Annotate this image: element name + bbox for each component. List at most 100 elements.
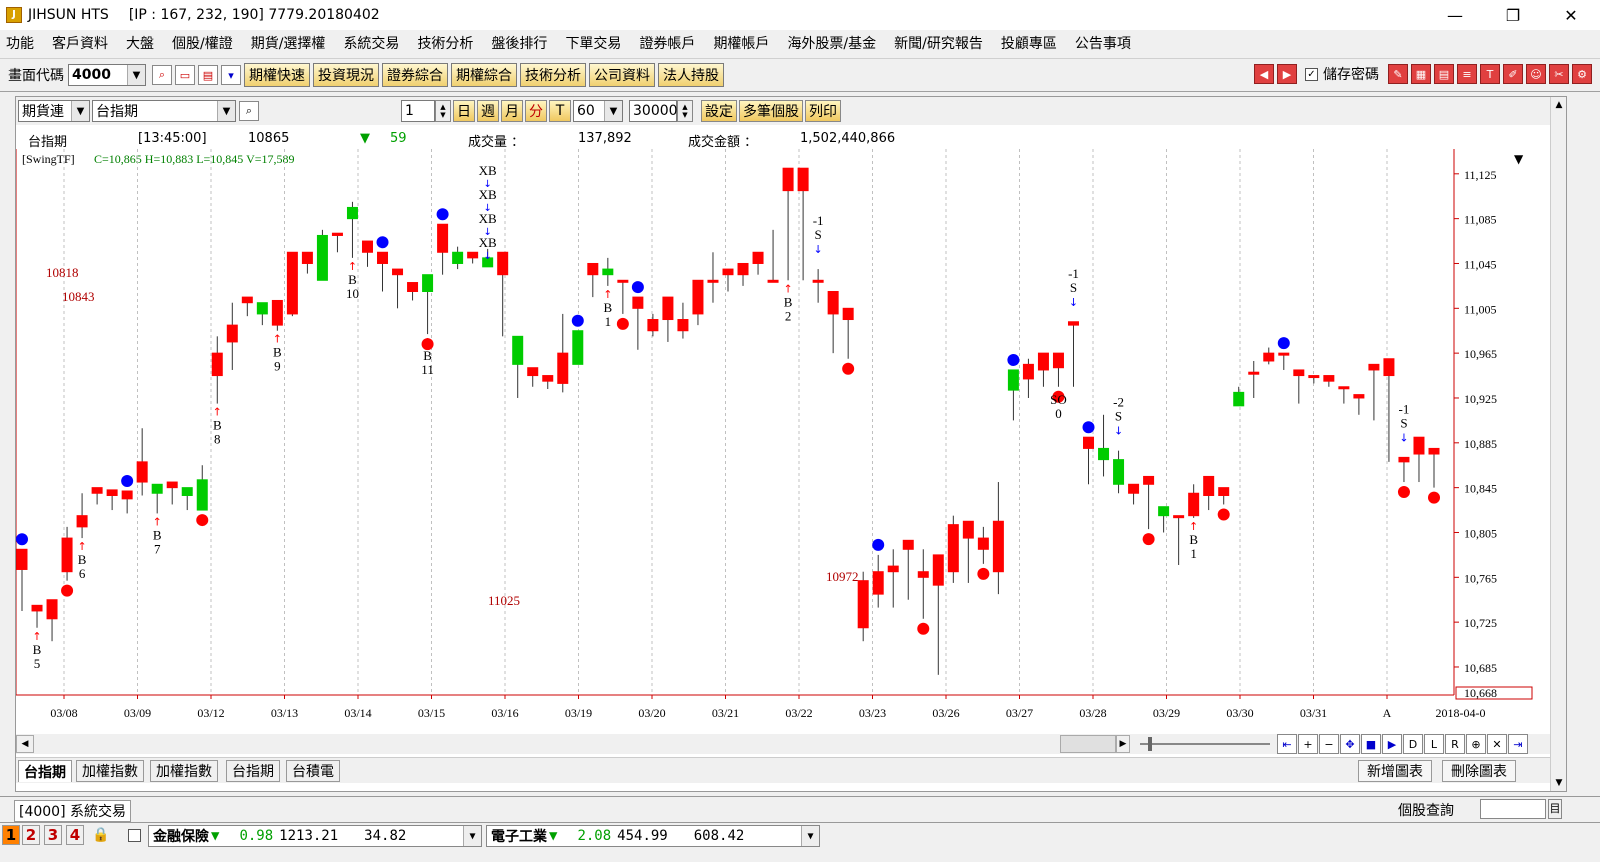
minute-combo[interactable]: 60 ▼ <box>573 100 623 122</box>
toolbar-button[interactable]: 公司資料 <box>589 63 655 87</box>
menu-item[interactable]: 海外股票/基金 <box>787 33 876 53</box>
r-icon[interactable]: R <box>1445 734 1465 754</box>
menu-item[interactable]: 技術分析 <box>417 33 473 53</box>
settings-button[interactable]: 設定 <box>701 100 737 122</box>
toolbar-button[interactable]: 證券綜合 <box>382 63 448 87</box>
menu-item[interactable]: 新聞/研究報告 <box>894 33 983 53</box>
tab-taiex[interactable]: 加權指數 <box>76 760 144 782</box>
menu-item[interactable]: 下單交易 <box>565 33 621 53</box>
dropdown-icon[interactable]: ▾ <box>221 65 241 85</box>
window-tab[interactable]: [4000] 系統交易 <box>14 800 132 822</box>
count-spinner[interactable]: ▲ ▼ <box>435 100 451 122</box>
tab-tsmc[interactable]: 台積電 <box>286 760 340 782</box>
plus-icon[interactable]: + <box>1298 734 1318 754</box>
minus-icon[interactable]: − <box>1319 734 1339 754</box>
vertical-scrollbar[interactable]: ▲ ▼ <box>1550 97 1566 791</box>
stock-query-input[interactable] <box>1480 799 1546 819</box>
tools-icon[interactable]: ✂ <box>1549 64 1569 84</box>
pen-icon[interactable]: ✎ <box>1388 64 1408 84</box>
grid-icon[interactable]: ▦ <box>1411 64 1431 84</box>
stop-icon[interactable]: ■ <box>1361 734 1381 754</box>
zoom-icon[interactable]: ⊕ <box>1466 734 1486 754</box>
period-week-button[interactable]: 週 <box>477 100 499 122</box>
chevron-down-icon[interactable]: ▼ <box>71 101 89 121</box>
l-icon[interactable]: L <box>1424 734 1444 754</box>
menu-item[interactable]: 客戶資料 <box>52 33 108 53</box>
toolbar-button[interactable]: 技術分析 <box>520 63 586 87</box>
code-combo[interactable]: 4000 ▼ <box>68 64 146 86</box>
chevron-down-icon[interactable]: ▼ <box>217 101 235 121</box>
save-password-checkbox[interactable]: ✓ <box>1305 67 1318 81</box>
chevron-down-icon[interactable]: ▼ <box>801 826 819 846</box>
zoom-slider[interactable] <box>1140 737 1270 751</box>
chevron-down-icon[interactable]: ▼ <box>604 101 622 121</box>
doc-icon[interactable]: ▤ <box>1434 64 1454 84</box>
menu-item[interactable]: 證券帳戶 <box>639 33 695 53</box>
chart-area[interactable]: [SwingTF] C=10,865 H=10,883 L=10,845 V=1… <box>16 149 1552 759</box>
page-4-button[interactable]: 4 <box>66 825 84 845</box>
symbol-combo[interactable]: 台指期 ▼ <box>92 100 236 122</box>
chevron-down-icon[interactable]: ▼ <box>463 826 481 846</box>
first-icon[interactable]: ⇤ <box>1277 734 1297 754</box>
minimize-button[interactable]: — <box>1426 0 1484 30</box>
menu-item[interactable]: 期權帳戶 <box>713 33 769 53</box>
bars-input[interactable]: 30000 <box>629 100 678 122</box>
period-tick-button[interactable]: T <box>549 100 571 122</box>
type-combo[interactable]: 期貨連 ▼ <box>18 100 90 122</box>
bars-spinner[interactable]: ▲ ▼ <box>677 100 693 122</box>
scroll-right-icon[interactable]: ▶ <box>1116 735 1130 753</box>
menu-item[interactable]: 期貨/選擇權 <box>251 33 326 53</box>
user-icon[interactable]: ☺ <box>1526 64 1546 84</box>
menu-item[interactable]: 公告事項 <box>1075 33 1131 53</box>
close-icon[interactable]: ✕ <box>1487 734 1507 754</box>
menu-item[interactable]: 大盤 <box>126 33 154 53</box>
page-1-button[interactable]: 1 <box>2 825 20 845</box>
chart-icon[interactable]: ▤ <box>198 65 218 85</box>
ticker-item[interactable]: 電子工業 ▼ 2.08 454.99 608.42 ▼ <box>486 825 820 847</box>
toolbar-button[interactable]: 投資現況 <box>313 63 379 87</box>
ticker-item[interactable]: 金融保險 ▼ 0.98 1213.21 34.82 ▼ <box>148 825 482 847</box>
stock-query-button[interactable]: 目 <box>1548 799 1562 819</box>
scroll-down-icon[interactable]: ▼ <box>1551 775 1567 791</box>
menu-item[interactable]: 盤後排行 <box>491 33 547 53</box>
scroll-up-icon[interactable]: ▲ <box>1551 97 1567 113</box>
toolbar-button[interactable]: 法人持股 <box>658 63 724 87</box>
last-icon[interactable]: ⇥ <box>1508 734 1528 754</box>
ticker-checkbox[interactable] <box>128 829 141 842</box>
scroll-thumb[interactable] <box>1060 735 1116 753</box>
folder-icon[interactable]: ▭ <box>175 65 195 85</box>
toolbar-button[interactable]: 期權快速 <box>244 63 310 87</box>
scroll-left-icon[interactable]: ◀ <box>16 735 34 753</box>
print-button[interactable]: 列印 <box>805 100 841 122</box>
move-icon[interactable]: ✥ <box>1340 734 1360 754</box>
tab-txf[interactable]: 台指期 <box>18 760 72 782</box>
forward-icon[interactable]: ▶ <box>1277 64 1297 84</box>
tab-txf-2[interactable]: 台指期 <box>226 760 280 782</box>
menu-item[interactable]: 系統交易 <box>343 33 399 53</box>
period-month-button[interactable]: 月 <box>501 100 523 122</box>
back-icon[interactable]: ◀ <box>1254 64 1274 84</box>
menu-item[interactable]: 投顧專區 <box>1001 33 1057 53</box>
edit-icon[interactable]: ✐ <box>1503 64 1523 84</box>
list-icon[interactable]: ≡ <box>1457 64 1477 84</box>
count-input[interactable]: 1 <box>401 100 435 122</box>
multi-stock-button[interactable]: 多筆個股 <box>739 100 803 122</box>
add-chart-button[interactable]: 新增圖表 <box>1358 760 1432 782</box>
page-2-button[interactable]: 2 <box>22 825 40 845</box>
play-icon[interactable]: ▶ <box>1382 734 1402 754</box>
tab-taiex-2[interactable]: 加權指數 <box>150 760 218 782</box>
search-icon[interactable]: ⌕ <box>152 65 172 85</box>
menu-item[interactable]: 個股/權證 <box>172 33 233 53</box>
period-minute-button[interactable]: 分 <box>525 100 547 122</box>
delete-chart-button[interactable]: 刪除圖表 <box>1442 760 1516 782</box>
page-3-button[interactable]: 3 <box>44 825 62 845</box>
d-icon[interactable]: D <box>1403 734 1423 754</box>
period-day-button[interactable]: 日 <box>453 100 475 122</box>
t-icon[interactable]: T <box>1480 64 1500 84</box>
search-icon[interactable]: ⌕ <box>239 101 259 121</box>
candlestick-chart[interactable]: [SwingTF] C=10,865 H=10,883 L=10,845 V=1… <box>16 149 1552 734</box>
settings-icon[interactable]: ⚙ <box>1572 64 1592 84</box>
maximize-button[interactable]: ❐ <box>1484 0 1542 30</box>
toolbar-button[interactable]: 期權綜合 <box>451 63 517 87</box>
menu-item[interactable]: 功能 <box>6 33 34 53</box>
